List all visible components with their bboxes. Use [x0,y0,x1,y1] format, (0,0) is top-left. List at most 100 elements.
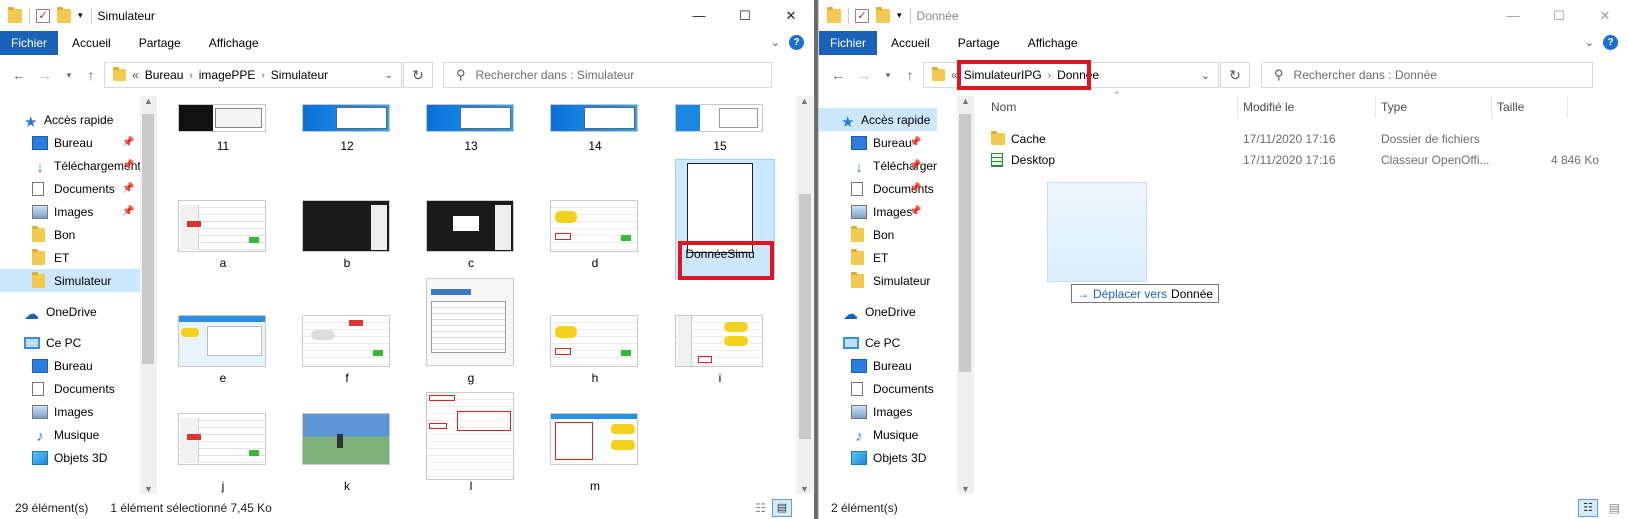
column-divider[interactable] [1567,96,1568,118]
close-button[interactable]: ✕ [1582,0,1628,31]
scroll-down-icon[interactable]: ▼ [140,484,157,494]
close-button[interactable]: ✕ [768,0,814,31]
column-divider[interactable] [1237,96,1238,118]
recent-locations-icon[interactable]: ▾ [62,64,76,86]
refresh-button[interactable]: ↻ [403,62,433,88]
breadcrumb-item[interactable]: imagePPE [199,68,256,82]
breadcrumb-separator-icon[interactable]: › [261,70,264,81]
nav-item-simulateur[interactable]: Simulateur [851,269,930,292]
maximize-button[interactable]: ☐ [1536,0,1582,31]
nav-this-pc[interactable]: Ce PC [24,331,81,354]
details-view-icon[interactable]: ☷ [755,501,766,515]
search-box[interactable]: ⚲ Rechercher dans : Simulateur [443,62,772,88]
nav-pc-objets3d[interactable]: Objets 3D [32,446,107,469]
search-box[interactable]: ⚲ Rechercher dans : Donnée [1261,62,1593,88]
up-arrow-icon[interactable]: ↑ [80,64,102,86]
customize-toolbar-icon[interactable]: ▾ [78,10,83,21]
nav-item-images[interactable]: Images [851,200,912,223]
tab-partage[interactable]: Partage [125,31,195,55]
scroll-thumb[interactable] [142,114,154,364]
nav-item-telechargements[interactable]: ↓ Téléchargements [851,154,937,177]
column-header-taille[interactable]: Taille [1497,96,1524,118]
nav-pc-images[interactable]: Images [851,400,912,423]
nav-item-et[interactable]: ET [32,246,69,269]
forward-arrow-icon[interactable]: → [34,64,56,86]
expand-ribbon-icon[interactable]: ⌄ [771,36,780,49]
address-bar[interactable]: « Bureau › imagePPE › Simulateur ⌄ [104,62,402,88]
breadcrumb-item[interactable]: Bureau [145,68,184,82]
nav-onedrive[interactable]: ☁ OneDrive [843,300,916,323]
nav-item-documents[interactable]: Documents [32,177,115,200]
nav-pc-bureau[interactable]: Bureau [32,354,93,377]
minimize-button[interactable]: — [676,0,722,31]
title-bar[interactable]: ✓ ▾ Simulateur — ☐ ✕ [0,0,814,31]
properties-icon[interactable]: ✓ [855,8,869,23]
address-dropdown-icon[interactable]: ⌄ [385,70,393,81]
maximize-button[interactable]: ☐ [722,0,768,31]
nav-item-bureau[interactable]: Bureau [851,131,912,154]
breadcrumb-separator-icon[interactable]: › [189,70,192,81]
recent-locations-icon[interactable]: ▾ [881,64,895,86]
content-scrollbar[interactable]: ▲ ▼ [796,96,813,494]
back-arrow-icon[interactable]: ← [827,64,849,86]
up-arrow-icon[interactable]: ↑ [899,64,921,86]
nav-pc-musique[interactable]: ♪ Musique [32,423,99,446]
large-icons-view-icon[interactable]: ▤ [1609,501,1620,515]
help-icon[interactable]: ? [789,35,804,50]
scroll-down-icon[interactable]: ▼ [796,484,813,494]
address-dropdown-icon[interactable]: ⌄ [1201,69,1210,82]
nav-item-et[interactable]: ET [851,246,888,269]
forward-arrow-icon[interactable]: → [853,64,875,86]
new-folder-icon[interactable] [57,6,71,23]
nav-quick-access[interactable]: ★ Accès rapide [24,108,113,131]
scroll-up-icon[interactable]: ▲ [796,96,813,106]
breadcrumb-item[interactable]: Simulateur [271,68,328,82]
nav-onedrive[interactable]: ☁ OneDrive [24,300,97,323]
back-arrow-icon[interactable]: ← [8,64,30,86]
customize-toolbar-icon[interactable]: ▾ [897,10,902,21]
nav-pc-musique[interactable]: ♪ Musique [851,423,918,446]
column-header-nom[interactable]: Nom [991,96,1016,118]
tab-fichier[interactable]: Fichier [0,31,59,55]
scroll-thumb[interactable] [959,114,971,372]
nav-scrollbar[interactable]: ▲ ▼ [957,96,974,494]
minimize-button[interactable]: — [1490,0,1536,31]
column-divider[interactable] [1491,96,1492,118]
expand-ribbon-icon[interactable]: ⌄ [1585,36,1594,49]
nav-scrollbar[interactable]: ▲ ▼ [140,96,157,494]
content-scrollbar[interactable] [1611,96,1628,494]
tab-partage[interactable]: Partage [944,31,1014,55]
scroll-down-icon[interactable]: ▼ [957,484,974,494]
nav-item-bon[interactable]: Bon [851,223,894,246]
column-header-type[interactable]: Type [1381,96,1407,118]
large-icons-view-icon[interactable]: ▤ [772,499,792,517]
nav-pc-bureau[interactable]: Bureau [851,354,912,377]
nav-item-images[interactable]: Images [32,200,93,223]
nav-item-bon[interactable]: Bon [32,223,75,246]
nav-pc-documents[interactable]: Documents [851,377,934,400]
details-view-icon[interactable]: ☷ [1578,499,1598,517]
tab-affichage[interactable]: Affichage [195,31,273,55]
nav-pc-images[interactable]: Images [32,400,93,423]
tab-fichier[interactable]: Fichier [819,31,878,55]
tab-accueil[interactable]: Accueil [877,31,944,55]
nav-this-pc[interactable]: Ce PC [843,331,900,354]
tab-accueil[interactable]: Accueil [58,31,125,55]
nav-quick-access[interactable]: ★ Accès rapide [819,108,937,131]
scroll-up-icon[interactable]: ▲ [957,96,974,106]
tab-affichage[interactable]: Affichage [1014,31,1092,55]
column-divider[interactable] [1375,96,1376,118]
refresh-button[interactable]: ↻ [1220,62,1250,88]
scroll-thumb[interactable] [799,194,811,439]
nav-item-bureau[interactable]: Bureau [32,131,93,154]
nav-pc-objets3d[interactable]: Objets 3D [851,446,926,469]
nav-pc-documents[interactable]: Documents [32,377,115,400]
scroll-up-icon[interactable]: ▲ [140,96,157,106]
overflow-chevron-icon[interactable]: « [132,68,139,82]
help-icon[interactable]: ? [1603,35,1618,50]
new-folder-icon[interactable] [876,6,890,23]
properties-icon[interactable]: ✓ [36,8,50,23]
column-header-modifie[interactable]: Modifié le [1243,96,1294,118]
title-bar[interactable]: ✓ ▾ Donnée — ☐ ✕ [819,0,1628,31]
nav-item-simulateur[interactable]: Simulateur [0,269,150,292]
